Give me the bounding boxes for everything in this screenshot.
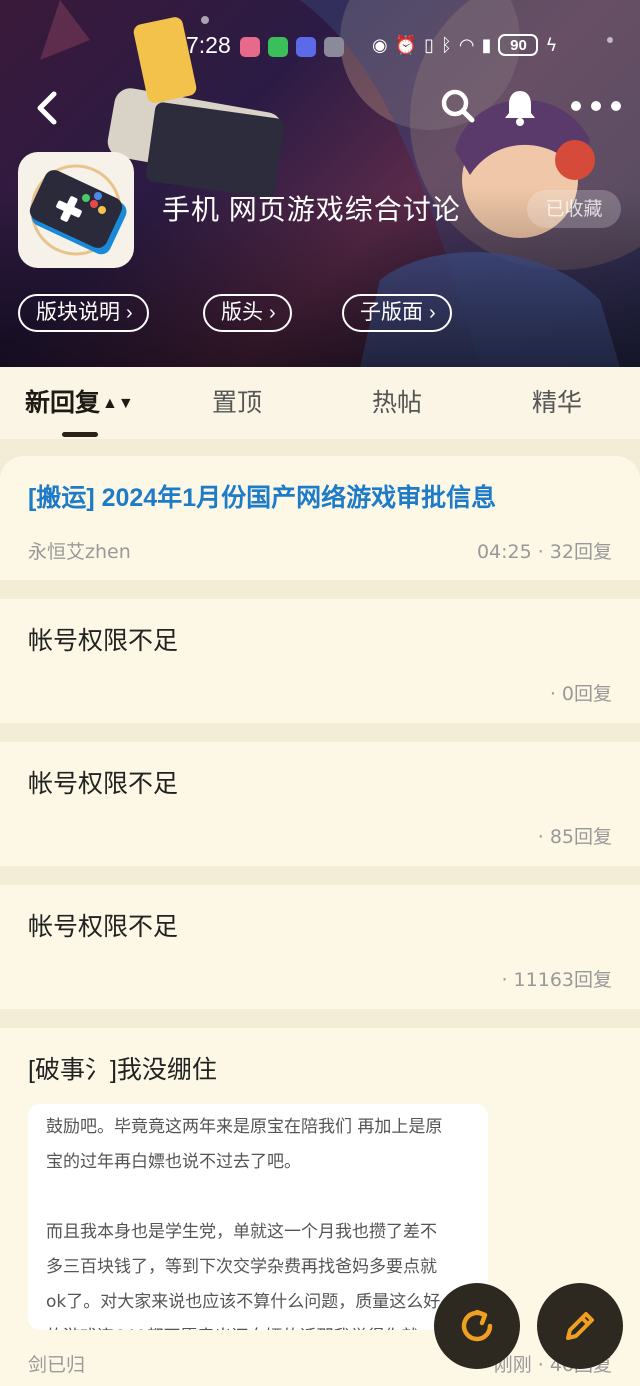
app-notification-icon (296, 37, 316, 57)
forum-header: 7:28 ◉ ⏰ ▯ ᛒ ◠ ▮ 90 ϟ 手机 网页游戏综合讨论 已收藏 版块… (0, 0, 640, 367)
post-meta: · 0回复 (549, 683, 612, 705)
refresh-icon (461, 1309, 493, 1342)
game-controller-icon (29, 164, 127, 256)
pill-label: 版块说明 (36, 301, 120, 324)
tab-featured[interactable]: 精华 (532, 383, 582, 419)
forum-avatar (18, 152, 134, 268)
wifi-icon: ◠ (458, 34, 475, 56)
list-item[interactable]: 帐号权限不足 · 11163回复 (0, 885, 640, 1009)
wechat-icon (268, 37, 288, 57)
pill-label: 版头 (221, 301, 263, 324)
pencil-icon (566, 1312, 594, 1340)
post-title[interactable]: 帐号权限不足 (28, 621, 178, 657)
app-notification-icon (240, 37, 260, 57)
quote-line: 的游戏连648都不愿意出还白嫖的话那我觉得你就 (46, 1320, 470, 1330)
more-dots-icon[interactable] (568, 96, 624, 116)
forum-info-link[interactable]: 版块说明 › (18, 294, 149, 332)
post-preview-quote: 鼓励吧。毕竟竟这两年来是原宝在陪我们 再加上是原 宝的过年再白嫖也说不过去了吧。… (28, 1104, 488, 1330)
battery-icon: 90 (498, 34, 539, 56)
compose-button[interactable] (537, 1283, 623, 1369)
sort-toggle-icon: ▲▼ (102, 395, 134, 412)
charging-icon: ϟ (545, 34, 558, 56)
quote-line: 而且我本身也是学生党，单就这一个月我也攒了差不 (46, 1222, 437, 1242)
list-item[interactable]: 帐号权限不足 · 0回复 (0, 599, 640, 723)
quote-line: ok了。对大家来说也应该不算什么问题，质量这么好 (46, 1292, 441, 1312)
post-author: 永恒艾zhen (28, 541, 131, 563)
subforum-link[interactable]: 子版面 › (342, 294, 452, 332)
quote-line: 多三百块钱了，等到下次交学杂费再找爸妈多要点就 (46, 1257, 437, 1277)
bell-icon[interactable] (503, 88, 537, 126)
post-meta: 04:25 · 32回复 (476, 541, 612, 563)
tab-new-replies[interactable]: 新回复 ▲▼ (25, 383, 134, 419)
pill-label: 子版面 (360, 301, 423, 324)
chevron-right-icon: › (269, 302, 276, 324)
status-bar: 7:28 ◉ ⏰ ▯ ᛒ ◠ ▮ 90 ϟ (0, 32, 640, 64)
post-title[interactable]: 帐号权限不足 (28, 764, 178, 800)
post-title[interactable]: [搬运] 2024年1月份国产网络游戏审批信息 (28, 478, 496, 514)
favorite-button[interactable]: 已收藏 (527, 190, 621, 228)
tab-label: 新回复 (25, 389, 101, 417)
post-author: 剑已归 (28, 1354, 86, 1376)
post-title[interactable]: [破事氵]我没绷住 (28, 1050, 217, 1086)
bluetooth-icon: ᛒ (441, 34, 452, 56)
chevron-right-icon: › (126, 302, 133, 324)
list-item[interactable]: [搬运] 2024年1月份国产网络游戏审批信息 永恒艾zhen 04:25 · … (0, 456, 640, 580)
notification-icons (240, 37, 344, 57)
post-title[interactable]: 帐号权限不足 (28, 907, 178, 943)
forum-title: 手机 网页游戏综合讨论 (162, 194, 461, 225)
eye-icon: ◉ (372, 34, 388, 56)
tab-bar: 新回复 ▲▼ 置顶 热帖 精华 (0, 367, 640, 439)
alarm-icon: ⏰ (394, 34, 418, 56)
forum-header-link[interactable]: 版头 › (203, 294, 292, 332)
tab-pinned[interactable]: 置顶 (212, 383, 262, 419)
quote-line: 宝的过年再白嫖也说不过去了吧。 (46, 1152, 301, 1172)
tab-hot[interactable]: 热帖 (372, 383, 422, 419)
chevron-right-icon: › (429, 302, 436, 324)
active-tab-indicator (62, 432, 98, 437)
signal-icon: ▮ (481, 34, 492, 56)
quote-line (46, 1180, 470, 1215)
quote-line: 鼓励吧。毕竟竟这两年来是原宝在陪我们 再加上是原 (46, 1117, 443, 1137)
status-time: 7:28 (186, 32, 231, 58)
search-icon[interactable] (440, 88, 476, 124)
system-icons: ◉ ⏰ ▯ ᛒ ◠ ▮ 90 ϟ (372, 34, 557, 56)
refresh-button[interactable] (434, 1283, 520, 1369)
post-meta: · 11163回复 (501, 969, 612, 991)
back-arrow-icon[interactable] (30, 88, 66, 128)
message-icon (324, 37, 344, 57)
vibrate-icon: ▯ (424, 34, 435, 56)
list-item[interactable]: 帐号权限不足 · 85回复 (0, 742, 640, 866)
post-meta: · 85回复 (537, 826, 612, 848)
